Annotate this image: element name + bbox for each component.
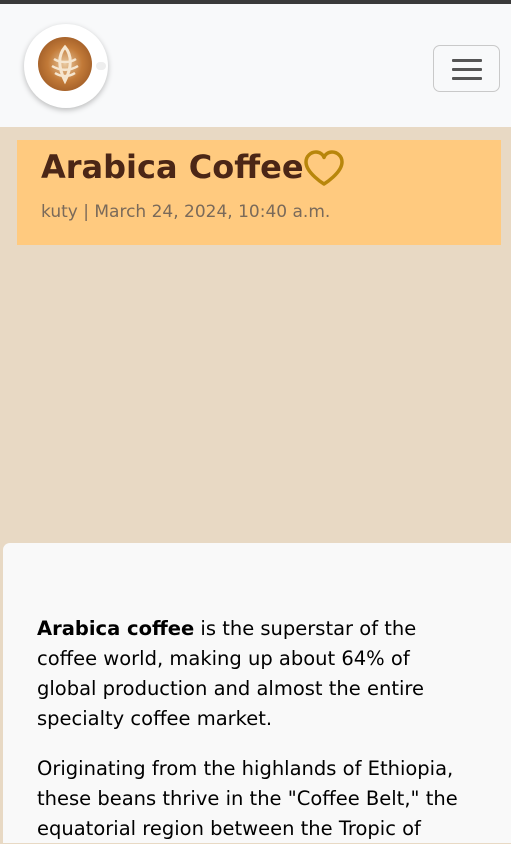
paragraph-text: is the superstar of the — [194, 617, 417, 640]
navbar — [0, 4, 511, 127]
paragraph-text: these beans thrive in the "Coffee Belt,"… — [37, 787, 458, 810]
paragraph-text: global production and almost the entire — [37, 677, 424, 700]
hamburger-menu-icon — [452, 68, 482, 71]
post-date: March 24, 2024, 10:40 a.m. — [94, 202, 331, 222]
latte-cup-logo-icon[interactable] — [24, 24, 108, 108]
paragraph-text: Originating from the highlands of Ethiop… — [37, 757, 454, 780]
cup-handle-icon — [96, 62, 106, 70]
post-meta: kuty | March 24, 2024, 10:40 a.m. — [41, 202, 330, 222]
paragraph-origin: Originating from the highlands of Ethiop… — [37, 754, 487, 844]
post-header-card: Arabica Coffee kuty | March 24, 2024, 10… — [17, 140, 501, 245]
paragraph-intro: Arabica coffee is the superstar of the co… — [37, 614, 487, 734]
paragraph-text: equatorial region between the Tropic of — [37, 817, 421, 840]
post-title: Arabica Coffee — [41, 148, 304, 186]
post-author[interactable]: kuty — [41, 202, 78, 222]
paragraph-text: specialty coffee market. — [37, 707, 273, 730]
hamburger-menu-icon — [452, 59, 482, 62]
latte-art-pattern-icon — [51, 44, 79, 85]
latte-art-icon — [38, 37, 92, 91]
post-content-card: Arabica coffee is the superstar of the co… — [3, 543, 511, 843]
meta-separator: | — [77, 202, 95, 222]
heart-outline-icon[interactable] — [303, 150, 345, 188]
bold-term: Arabica coffee — [37, 617, 195, 640]
navbar-toggle-button[interactable] — [433, 45, 500, 92]
hamburger-menu-icon — [452, 77, 482, 80]
paragraph-text: coffee world, making up about 64% of — [37, 647, 410, 670]
